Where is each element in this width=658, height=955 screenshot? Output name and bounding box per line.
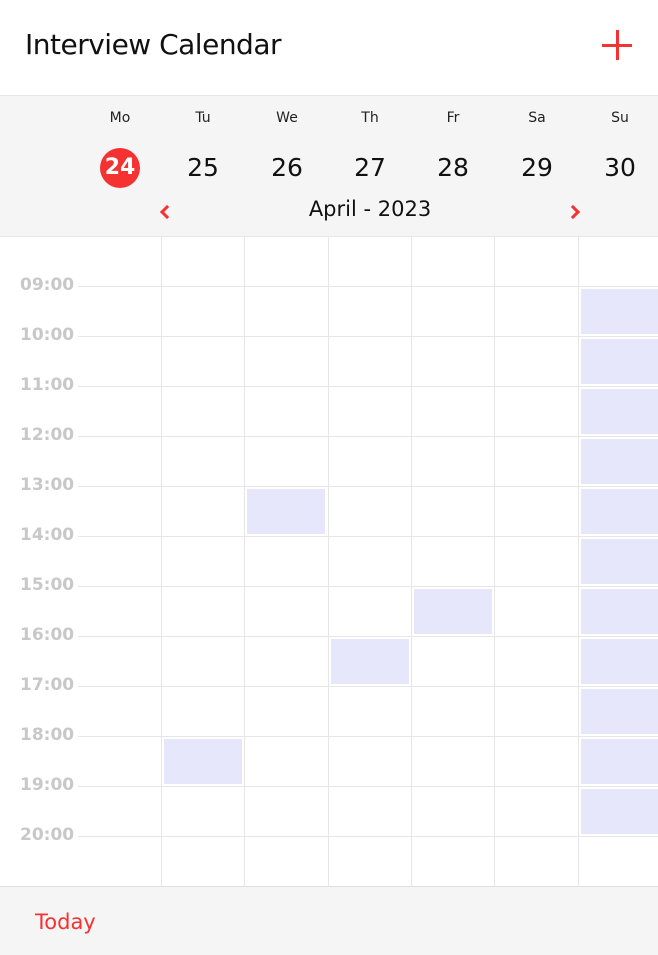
hour-gridline bbox=[78, 386, 658, 387]
booked-slot[interactable] bbox=[581, 639, 658, 684]
hour-gridline bbox=[78, 686, 658, 687]
hour-gridline bbox=[78, 486, 658, 487]
booked-slot[interactable] bbox=[581, 339, 658, 384]
time-label: 12:00 bbox=[20, 425, 75, 445]
booked-slot[interactable] bbox=[164, 739, 242, 784]
booked-slot[interactable] bbox=[581, 289, 658, 334]
previous-week-button[interactable] bbox=[158, 202, 175, 224]
time-label: 14:00 bbox=[20, 525, 75, 545]
add-event-button[interactable] bbox=[602, 30, 632, 60]
day-column-divider bbox=[411, 237, 412, 886]
day-column-divider bbox=[244, 237, 245, 886]
weekday-label: Fr bbox=[446, 110, 460, 126]
booked-slot[interactable] bbox=[581, 389, 658, 434]
booked-slot[interactable] bbox=[331, 639, 409, 684]
app-header: Interview Calendar bbox=[0, 0, 658, 95]
today-button[interactable]: Today bbox=[35, 910, 96, 934]
hour-gridline bbox=[78, 436, 658, 437]
date-number[interactable]: 25 bbox=[183, 148, 223, 188]
app-title: Interview Calendar bbox=[25, 28, 282, 61]
time-label: 16:00 bbox=[20, 625, 75, 645]
chevron-left-icon bbox=[159, 204, 175, 220]
booked-slot[interactable] bbox=[581, 489, 658, 534]
date-number[interactable]: 27 bbox=[350, 148, 390, 188]
chevron-right-icon bbox=[565, 204, 581, 220]
time-label: 15:00 bbox=[20, 575, 75, 595]
booked-slot[interactable] bbox=[581, 539, 658, 584]
booked-slot[interactable] bbox=[581, 589, 658, 634]
day-column-divider bbox=[161, 237, 162, 886]
day-column-divider bbox=[328, 237, 329, 886]
weekday-label: Sa bbox=[528, 110, 546, 126]
booked-slot[interactable] bbox=[247, 489, 325, 534]
booked-slot[interactable] bbox=[581, 689, 658, 734]
weekday-label: Tu bbox=[195, 110, 211, 126]
time-label: 20:00 bbox=[20, 825, 75, 845]
hour-gridline bbox=[78, 786, 658, 787]
weekday-label: Su bbox=[611, 110, 629, 126]
time-label: 11:00 bbox=[20, 375, 75, 395]
date-number[interactable]: 29 bbox=[517, 148, 557, 188]
day-column-divider bbox=[578, 237, 579, 886]
hour-gridline bbox=[78, 536, 658, 537]
hour-gridline bbox=[78, 286, 658, 287]
month-label: April - 2023 bbox=[308, 197, 432, 221]
selected-date[interactable]: 24 bbox=[100, 148, 140, 188]
time-label: 13:00 bbox=[20, 475, 75, 495]
time-label: 10:00 bbox=[20, 325, 75, 345]
date-number[interactable]: 30 bbox=[600, 148, 640, 188]
next-week-button[interactable] bbox=[565, 202, 582, 224]
date-number[interactable]: 28 bbox=[433, 148, 473, 188]
time-label: 18:00 bbox=[20, 725, 75, 745]
calendar-grid[interactable]: 09:00 10:00 11:00 12:00 13:00 14:00 15:00 16:00… bbox=[0, 237, 658, 886]
footer-bar: Today bbox=[0, 886, 658, 955]
hour-gridline bbox=[78, 836, 658, 837]
weekday-label: Mo bbox=[109, 110, 131, 126]
hour-gridline bbox=[78, 636, 658, 637]
date-number[interactable]: 26 bbox=[267, 148, 307, 188]
booked-slot[interactable] bbox=[414, 589, 492, 634]
booked-slot[interactable] bbox=[581, 439, 658, 484]
hour-gridline bbox=[78, 736, 658, 737]
booked-slot[interactable] bbox=[581, 739, 658, 784]
time-label: 09:00 bbox=[20, 275, 75, 295]
time-label: 17:00 bbox=[20, 675, 75, 695]
hour-gridline bbox=[78, 586, 658, 587]
week-navigation-bar: April - 2023 Mo 24 Tu 25 We 26 Th 27 Fr 28 Sa 29 Su 3… bbox=[0, 95, 658, 237]
day-column-divider bbox=[494, 237, 495, 886]
weekday-label: We bbox=[276, 110, 298, 126]
hour-gridline bbox=[78, 336, 658, 337]
weekday-label: Th bbox=[361, 110, 379, 126]
time-label: 19:00 bbox=[20, 775, 75, 795]
booked-slot[interactable] bbox=[581, 789, 658, 834]
